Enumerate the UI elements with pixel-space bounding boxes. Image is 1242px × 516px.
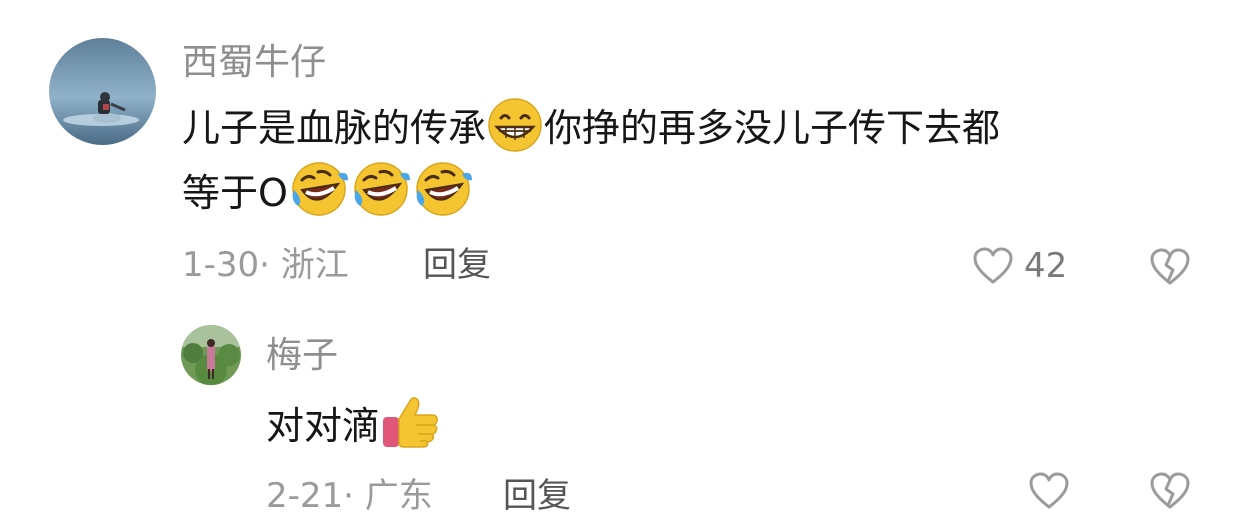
reply-location: 广东	[364, 476, 433, 516]
comment-text-part: 儿子是血脉的传承	[182, 106, 487, 150]
dislike-button[interactable]	[1148, 246, 1192, 288]
meta-separator: ·	[343, 476, 365, 516]
thumbs-up-emoji-icon	[380, 393, 442, 451]
landscape-avatar-icon	[49, 38, 156, 145]
comment-text-part: 等于O	[182, 171, 288, 215]
broken-heart-icon	[1150, 248, 1190, 285]
comment-text-part: 你挣的再多没儿子传下去都	[544, 106, 1001, 150]
reply-meta: 2-21· 广东	[266, 476, 433, 516]
person-in-field-avatar-icon	[181, 325, 241, 385]
reply-text: 对对滴	[266, 393, 442, 455]
laughing-crying-emoji-icon	[412, 160, 474, 218]
comment-location: 浙江	[280, 245, 349, 285]
avatar[interactable]	[49, 38, 156, 145]
heart-icon	[1029, 472, 1069, 509]
like-button[interactable]	[1027, 470, 1071, 512]
reply-button[interactable]: 回复	[423, 245, 491, 285]
comment-meta: 1-30· 浙江	[182, 245, 349, 285]
comment-text-line: 等于O	[182, 160, 474, 222]
broken-heart-icon	[1150, 472, 1190, 509]
dislike-button[interactable]	[1148, 470, 1192, 512]
laughing-crying-emoji-icon	[350, 160, 412, 218]
comment-date: 1-30	[182, 245, 260, 285]
laughing-crying-emoji-icon	[288, 160, 350, 218]
like-count: 42	[1024, 246, 1068, 286]
heart-icon	[972, 246, 1014, 286]
grinning-face-emoji-icon	[486, 97, 544, 153]
like-button[interactable]: 42	[972, 244, 1072, 288]
reply-username[interactable]: 梅子	[266, 336, 338, 376]
reply-text-part: 对对滴	[266, 404, 381, 448]
comment-username[interactable]: 西蜀牛仔	[182, 43, 326, 83]
avatar[interactable]	[181, 325, 241, 385]
comment-text: 儿子是血脉的传承 你挣的再多没儿子传下去都	[182, 97, 1000, 157]
reply-date: 2-21	[266, 476, 344, 516]
meta-separator: ·	[259, 245, 281, 285]
reply-button[interactable]: 回复	[503, 476, 571, 516]
